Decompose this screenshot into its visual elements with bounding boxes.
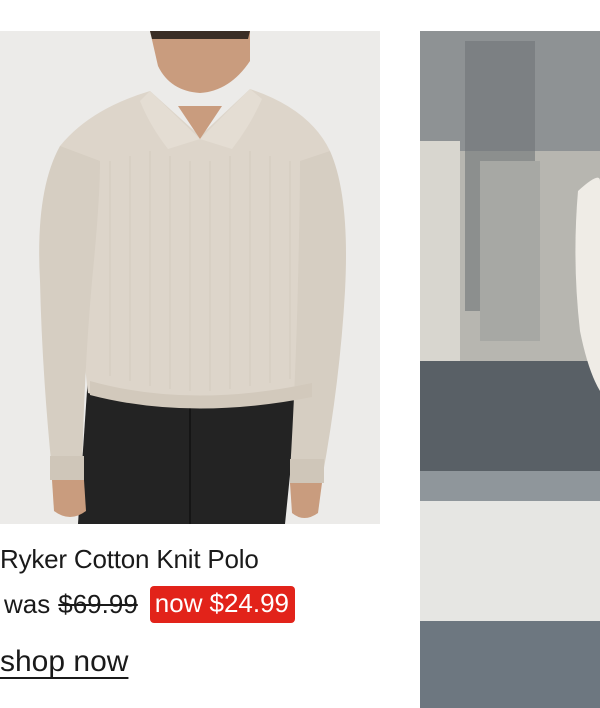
now-label: now [154, 587, 203, 618]
was-label: was [4, 588, 51, 619]
sale-price-badge: now $24.99 [149, 585, 296, 623]
original-price: $69.99 [58, 588, 138, 619]
street-photo [420, 31, 600, 708]
product-grid: Ryker Cotton Knit Polo was $69.99 now $2… [0, 0, 600, 708]
shop-now-link[interactable]: shop now [0, 645, 128, 679]
price-row: was $69.99 now $24.99 [4, 583, 296, 625]
product-photo [0, 31, 380, 524]
product-name[interactable]: Ryker Cotton Knit Polo [0, 544, 259, 575]
sale-price: $24.99 [209, 587, 290, 618]
product-image-2[interactable] [420, 31, 600, 708]
product-image[interactable] [0, 31, 380, 524]
